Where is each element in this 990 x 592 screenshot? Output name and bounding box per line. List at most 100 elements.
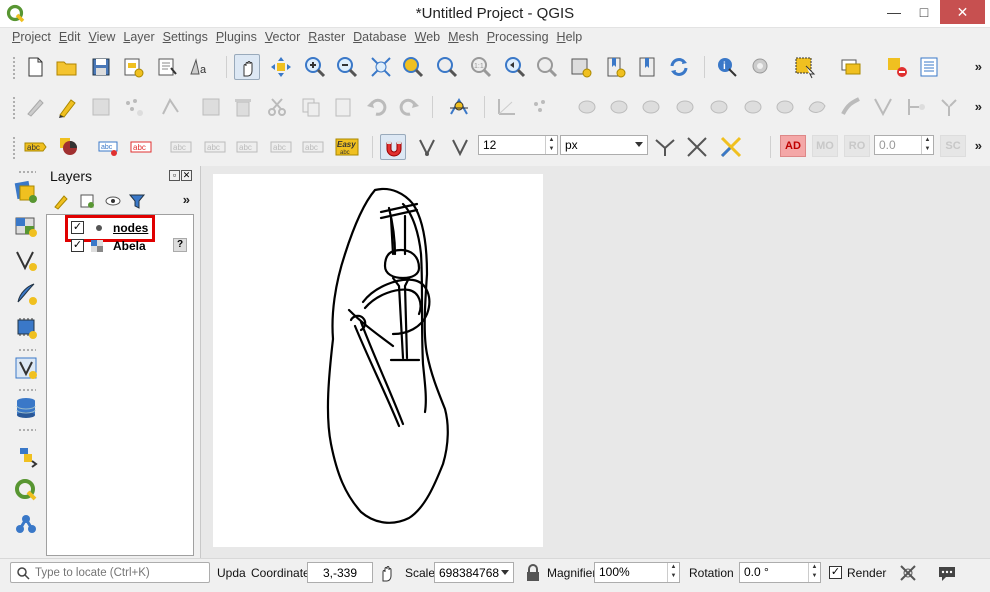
snapping-tolerance-spinbox[interactable]: 12 ▲ ▼ bbox=[478, 135, 558, 155]
zoom-full-icon[interactable] bbox=[368, 54, 394, 80]
deselect-all-icon[interactable] bbox=[884, 54, 910, 80]
snap-on-intersection-icon[interactable] bbox=[684, 134, 710, 160]
identify-features-icon[interactable]: i bbox=[714, 54, 740, 80]
coordinate-field[interactable]: 3,-339 bbox=[307, 562, 373, 583]
save-layer-edits-icon[interactable] bbox=[88, 94, 114, 120]
toolbar-grip[interactable] bbox=[12, 96, 16, 120]
open-attribute-table-icon[interactable] bbox=[838, 54, 864, 80]
label-mo-toggle[interactable]: MO bbox=[812, 135, 838, 157]
python-console-icon[interactable] bbox=[12, 442, 40, 470]
fill-ring-icon[interactable] bbox=[672, 94, 698, 120]
menu-plugins[interactable]: Plugins bbox=[211, 28, 260, 44]
delete-selected-icon[interactable] bbox=[230, 94, 256, 120]
menu-view[interactable]: View bbox=[83, 28, 118, 44]
new-bookmark-icon[interactable] bbox=[602, 54, 628, 80]
toggle-editing-icon[interactable] bbox=[54, 94, 80, 120]
copy-features-icon[interactable] bbox=[298, 94, 324, 120]
change-label-icon[interactable]: abc bbox=[268, 134, 294, 160]
zoom-to-layer-icon[interactable] bbox=[434, 54, 460, 80]
rotate-features-icon[interactable] bbox=[574, 94, 600, 120]
zoom-to-selection-icon[interactable] bbox=[400, 54, 426, 80]
qgis-plugins-icon[interactable] bbox=[12, 476, 40, 504]
new-map-view-icon[interactable] bbox=[568, 54, 594, 80]
close-button[interactable]: ✕ bbox=[940, 0, 985, 24]
layer-visibility-checkbox[interactable]: ✓ bbox=[71, 221, 84, 234]
add-gps-layer-icon[interactable] bbox=[12, 314, 40, 342]
highlight-pinned-labels-icon[interactable]: abc bbox=[96, 134, 122, 160]
layer-diagram-options-icon[interactable] bbox=[56, 134, 82, 160]
toolbar-grip[interactable] bbox=[12, 56, 16, 80]
pin-unpin-labels-icon[interactable]: abc bbox=[128, 134, 154, 160]
pan-map-icon[interactable] bbox=[234, 54, 260, 80]
manage-map-themes-icon[interactable] bbox=[104, 192, 124, 210]
select-features-icon[interactable] bbox=[792, 54, 818, 80]
reshape-features-icon[interactable] bbox=[772, 94, 798, 120]
layer-visibility-checkbox[interactable]: ✓ bbox=[71, 239, 84, 252]
redo-icon[interactable] bbox=[396, 94, 422, 120]
split-parts-icon[interactable] bbox=[870, 94, 896, 120]
qgis-cloud-icon[interactable] bbox=[12, 510, 40, 538]
menu-settings[interactable]: Settings bbox=[158, 28, 211, 44]
menu-edit[interactable]: Edit bbox=[54, 28, 84, 44]
refresh-icon[interactable] bbox=[666, 54, 692, 80]
pan-to-selection-icon[interactable] bbox=[268, 54, 294, 80]
layout-manager-icon[interactable] bbox=[154, 54, 180, 80]
add-database-layer-icon[interactable] bbox=[12, 394, 40, 422]
locator-bar[interactable] bbox=[10, 562, 210, 583]
new-project-icon[interactable] bbox=[22, 54, 48, 80]
lock-scale-icon[interactable] bbox=[522, 562, 544, 584]
panel-overflow-button[interactable]: » bbox=[183, 192, 190, 207]
locator-input[interactable] bbox=[35, 565, 205, 581]
menu-help[interactable]: Help bbox=[552, 28, 586, 44]
crs-status-icon[interactable] bbox=[897, 562, 919, 584]
add-ring-icon[interactable] bbox=[528, 94, 554, 120]
close-panel-icon[interactable]: ✕ bbox=[181, 170, 192, 181]
menu-processing[interactable]: Processing bbox=[482, 28, 552, 44]
show-bookmarks-icon[interactable] bbox=[634, 54, 660, 80]
style-manager-small-icon[interactable] bbox=[52, 192, 72, 210]
merge-attributes-icon[interactable] bbox=[936, 94, 962, 120]
add-group-icon[interactable] bbox=[78, 192, 98, 210]
rotation-spinbox-status[interactable]: 0.0 ° ▲ ▼ bbox=[739, 562, 821, 583]
menu-vector[interactable]: Vector bbox=[260, 28, 303, 44]
merge-selected-icon[interactable] bbox=[904, 94, 930, 120]
delete-ring-icon[interactable] bbox=[706, 94, 732, 120]
easy-labels-icon[interactable]: Easy abc bbox=[334, 134, 360, 160]
snapping-unit-combo[interactable]: px bbox=[560, 135, 648, 155]
toolbar-overflow-button[interactable]: » bbox=[975, 138, 982, 153]
topological-editing-icon[interactable] bbox=[652, 134, 678, 160]
maximize-button[interactable]: □ bbox=[910, 0, 938, 24]
add-delimited-text-icon[interactable] bbox=[12, 280, 40, 308]
magnifier-spinbox[interactable]: 100% ▲ ▼ bbox=[594, 562, 680, 583]
snapping-mode-icon[interactable] bbox=[414, 134, 440, 160]
menu-database[interactable]: Database bbox=[348, 28, 410, 44]
style-manager-icon[interactable]: a bbox=[186, 54, 212, 80]
delete-part-icon[interactable] bbox=[740, 94, 766, 120]
offset-curve-icon[interactable] bbox=[804, 94, 830, 120]
add-point-feature-icon[interactable] bbox=[120, 94, 146, 120]
self-snapping-icon[interactable] bbox=[718, 134, 744, 160]
snapping-type-icon[interactable] bbox=[448, 134, 474, 160]
cut-features-icon[interactable] bbox=[264, 94, 290, 120]
rotation-spinbox[interactable]: 0.0 ▲ ▼ bbox=[874, 135, 934, 155]
open-project-icon[interactable] bbox=[54, 54, 80, 80]
label-sc-toggle[interactable]: SC bbox=[940, 135, 966, 157]
menu-web[interactable]: Web bbox=[410, 28, 443, 44]
zoom-native-icon[interactable]: 1:1 bbox=[468, 54, 494, 80]
paste-features-icon[interactable] bbox=[330, 94, 356, 120]
layer-row-abela[interactable]: ✓ Abela ? bbox=[47, 237, 193, 255]
scale-combo[interactable]: 698384768 bbox=[434, 562, 514, 583]
menu-layer[interactable]: Layer bbox=[118, 28, 157, 44]
move-label-icon[interactable]: abc bbox=[202, 134, 228, 160]
toggle-extents-icon[interactable] bbox=[376, 562, 398, 584]
map-canvas[interactable] bbox=[200, 166, 990, 558]
zoom-last-icon[interactable] bbox=[502, 54, 528, 80]
filter-legend-icon[interactable] bbox=[128, 192, 148, 210]
layer-labeling-options-icon[interactable]: abc bbox=[22, 134, 48, 160]
add-part-icon[interactable] bbox=[638, 94, 664, 120]
menu-raster[interactable]: Raster bbox=[303, 28, 348, 44]
toolbar-overflow-button[interactable]: » bbox=[975, 59, 982, 74]
move-diagram-icon[interactable]: abc bbox=[300, 134, 326, 160]
save-project-icon[interactable] bbox=[88, 54, 114, 80]
menu-project[interactable]: Project bbox=[7, 28, 54, 44]
